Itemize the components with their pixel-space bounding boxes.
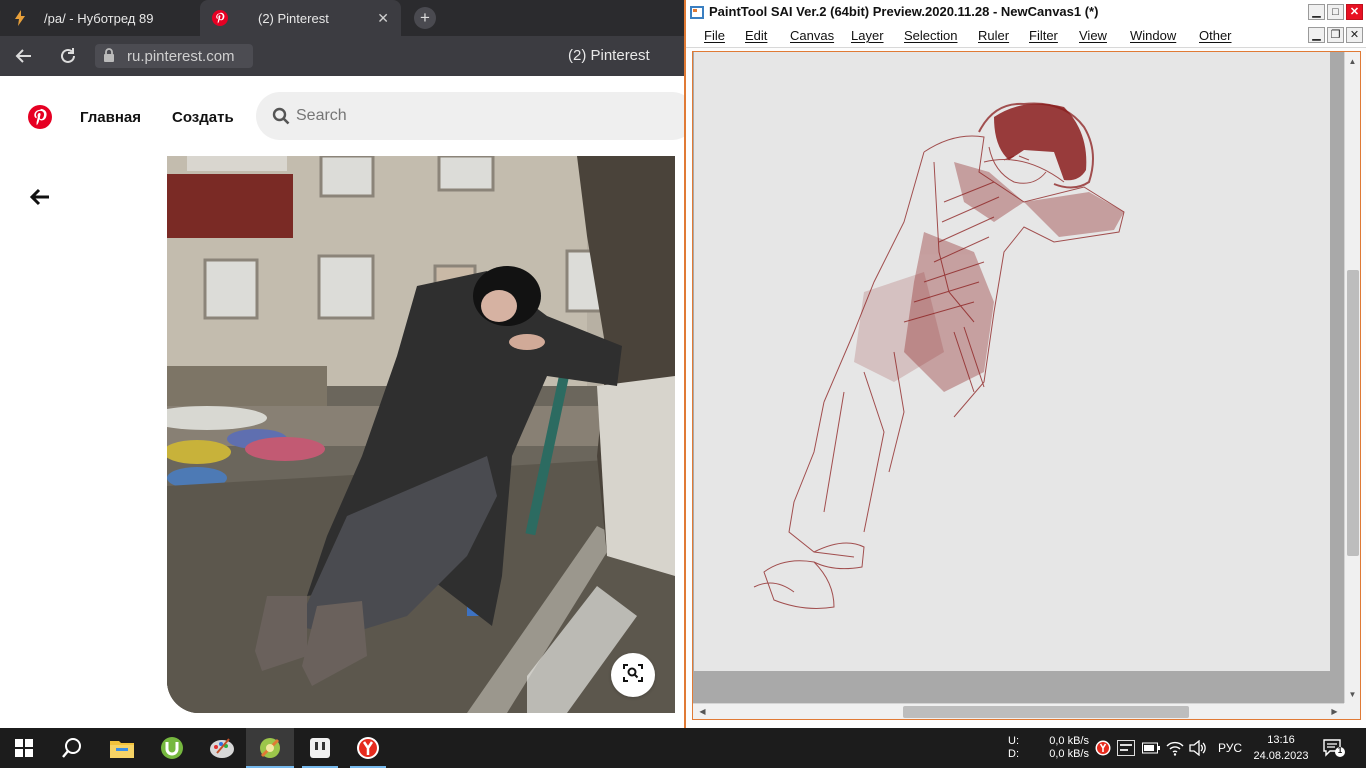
menu-filter[interactable]: Filter [1029,28,1058,43]
utorrent-icon[interactable] [148,728,196,768]
horizontal-scroll-thumb[interactable] [903,706,1189,718]
scroll-up-icon[interactable]: ▲ [1347,56,1358,67]
battery-icon[interactable] [1142,739,1160,757]
minimize-button[interactable]: ▁ [1308,4,1325,20]
sai-menu-bar: File Edit Canvas Layer Selection Ruler F… [686,24,1366,48]
url-text: ru.pinterest.com [127,47,235,65]
net-down-label: D: [1008,748,1019,760]
net-up-label: U: [1008,735,1019,747]
new-tab-button[interactable]: + [414,7,436,29]
back-icon[interactable] [14,46,34,66]
painttool-sai-icon[interactable] [246,728,294,768]
tab-bar: /ра/ - Нуботред 89 (2) Pinterest ✕ + [0,0,684,36]
close-tab-icon[interactable]: ✕ [377,10,389,27]
lightning-icon [12,10,28,26]
vertical-scroll-thumb[interactable] [1347,270,1359,556]
pinterest-header: Главная Создать [0,76,684,156]
volume-icon[interactable] [1189,739,1207,757]
pinterest-icon [212,10,228,26]
browser-window: /ра/ - Нуботред 89 (2) Pinterest ✕ + ru.… [0,0,684,728]
net-down-value: 0,0 kB/s [1049,748,1089,760]
canvas-viewport[interactable]: ▲ ▼ ◀ ▶ [692,51,1361,720]
nav-create[interactable]: Создать [172,109,234,126]
network-labels: U: D: [1008,735,1019,761]
maximize-button[interactable]: □ [1327,4,1344,20]
page-title: (2) Pinterest [568,47,650,64]
reload-icon[interactable] [58,46,78,66]
url-field[interactable]: ru.pinterest.com [95,44,253,68]
tab-pinterest[interactable]: (2) Pinterest ✕ [200,0,401,36]
canvas-paper[interactable] [694,52,1330,671]
sai-title-bar: PaintTool SAI Ver.2 (64bit) Preview.2020… [686,0,1366,24]
menu-selection[interactable]: Selection [904,28,957,43]
menu-layer[interactable]: Layer [851,28,884,43]
sketch-drawing [753,102,1125,609]
network-speed: 0,0 kB/s 0,0 kB/s [1049,735,1089,761]
yandex-tray-icon[interactable] [1094,739,1112,757]
wifi-icon[interactable] [1166,739,1184,757]
input-language[interactable]: РУС [1218,741,1242,755]
yandex-browser-icon[interactable] [344,728,392,768]
window-title: PaintTool SAI Ver.2 (64bit) Preview.2020… [709,4,1099,19]
close-button[interactable]: ✕ [1346,4,1363,20]
search-icon [272,107,290,125]
notification-center-icon[interactable]: 1 [1322,738,1346,758]
menu-file[interactable]: File [704,28,725,43]
pinterest-logo-icon[interactable] [28,105,52,129]
search-bar[interactable] [256,92,684,140]
horizontal-scrollbar[interactable]: ◀ ▶ [693,703,1344,719]
taskbar: U: D: 0,0 kB/s 0,0 kB/s РУС 13:16 24.08.… [0,728,1366,768]
scroll-down-icon[interactable]: ▼ [1347,689,1358,700]
clock-time: 13:16 [1267,734,1295,746]
vertical-scrollbar[interactable]: ▲ ▼ [1344,52,1360,704]
address-bar: ru.pinterest.com (2) Pinterest [0,36,684,76]
file-explorer-icon[interactable] [98,728,146,768]
pin-page [0,156,684,728]
painttool-sai-window: PaintTool SAI Ver.2 (64bit) Preview.2020… [684,0,1366,728]
back-arrow-icon[interactable] [28,186,52,208]
clock-date: 24.08.2023 [1253,750,1309,762]
system-clock[interactable]: 13:16 24.08.2023 [1250,732,1312,764]
vpn-tray-icon[interactable] [1117,739,1135,757]
notification-count: 1 [1337,746,1343,755]
visual-search-button[interactable] [611,653,655,697]
visual-search-icon [622,662,644,689]
canvas-restore-button[interactable]: ❐ [1327,27,1344,43]
tab-label: (2) Pinterest [258,10,329,26]
net-up-value: 0,0 kB/s [1049,735,1089,747]
tab-nubotred[interactable]: /ра/ - Нуботред 89 [0,0,198,36]
search-icon[interactable] [48,728,96,768]
painttool-sai-icon [690,6,704,19]
pin-photo[interactable] [167,156,675,713]
menu-other[interactable]: Other [1199,28,1232,43]
search-input[interactable] [296,92,676,140]
menu-view[interactable]: View [1079,28,1107,43]
nav-home[interactable]: Главная [80,109,141,126]
menu-window[interactable]: Window [1130,28,1176,43]
scroll-corner [1344,703,1360,719]
tab-label: /ра/ - Нуботред 89 [44,10,154,26]
scroll-left-icon[interactable]: ◀ [697,706,708,717]
menu-canvas[interactable]: Canvas [790,28,834,43]
scroll-right-icon[interactable]: ▶ [1329,706,1340,717]
canvas-close-button[interactable]: ✕ [1346,27,1363,43]
windows-start-icon[interactable] [0,728,48,768]
lock-icon [103,48,117,64]
notes-icon[interactable] [296,728,344,768]
paint-palette-icon[interactable] [198,728,246,768]
menu-ruler[interactable]: Ruler [978,28,1009,43]
menu-edit[interactable]: Edit [745,28,767,43]
canvas-minimize-button[interactable]: ▁ [1308,27,1325,43]
